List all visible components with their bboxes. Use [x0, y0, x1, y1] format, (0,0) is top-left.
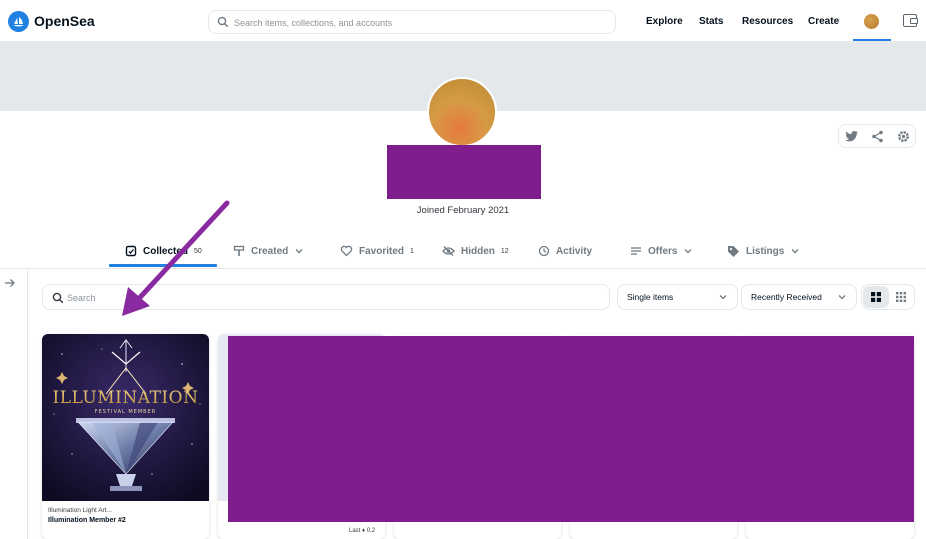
opensea-profile-page: OpenSea Explore Stats Resources Create J…	[0, 0, 926, 539]
annotation-arrow	[122, 200, 230, 316]
